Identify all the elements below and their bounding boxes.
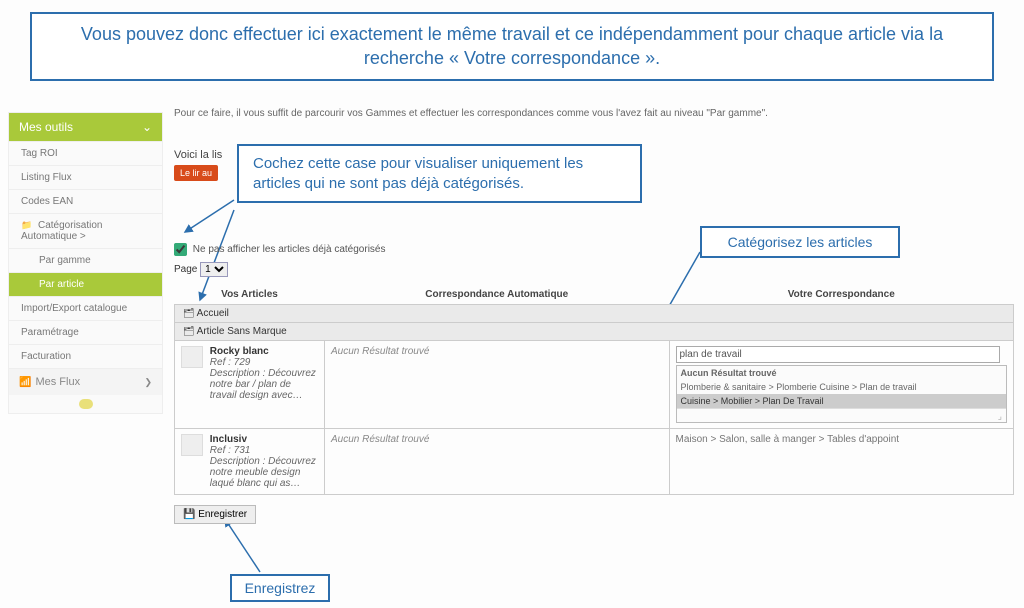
lire-button[interactable]: Le lir au (174, 165, 218, 181)
suggest-item[interactable]: Plomberie & sanitaire > Plomberie Cuisin… (677, 380, 1007, 394)
auto-result: Aucun Résultat trouvé (331, 434, 429, 445)
suggest-header: Aucun Résultat trouvé (677, 366, 1007, 380)
sidebar-header-tools[interactable]: Mes outils (9, 113, 162, 141)
sidebar-collapse-toggle[interactable] (9, 395, 162, 413)
suggestion-dropdown: Aucun Résultat trouvé Plomberie & sanita… (676, 365, 1008, 423)
auto-result: Aucun Résultat trouvé (331, 346, 429, 357)
correspondence-input[interactable] (676, 346, 1001, 363)
page-select[interactable]: 1 (200, 262, 228, 277)
table-row: Rocky blanc Ref : 729 Description : Déco… (175, 341, 1014, 429)
sidebar-item-codes-ean[interactable]: Codes EAN (9, 189, 162, 213)
correspondence-value: Maison > Salon, salle à manger > Tables … (676, 434, 900, 445)
group-accueil[interactable]: Accueil (175, 305, 1014, 323)
group-sans-marque[interactable]: Article Sans Marque (175, 323, 1014, 341)
chevron-down-icon (142, 120, 152, 134)
col-auto: Correspondance Automatique (325, 285, 670, 305)
sidebar: Mes outils Tag ROI Listing Flux Codes EA… (8, 112, 163, 414)
article-desc: Description : Découvrez notre meuble des… (210, 456, 318, 489)
sidebar-item-tag-roi[interactable]: Tag ROI (9, 141, 162, 165)
col-articles: Vos Articles (175, 285, 325, 305)
sidebar-item-listing-flux[interactable]: Listing Flux (9, 165, 162, 189)
sidebar-item-par-gamme[interactable]: Par gamme (9, 248, 162, 272)
page-label: Page (174, 264, 197, 275)
article-desc: Description : Découvrez notre bar / plan… (210, 368, 318, 401)
suggest-resize[interactable]: ⌟ (677, 408, 1007, 422)
suggest-item-highlighted[interactable]: Cuisine > Mobilier > Plan De Travail (677, 394, 1007, 408)
article-title: Rocky blanc (210, 346, 318, 357)
hide-categorized-checkbox[interactable] (174, 243, 187, 256)
articles-table: Vos Articles Correspondance Automatique … (174, 285, 1014, 495)
rss-icon (19, 376, 35, 388)
sidebar-item-parametrage[interactable]: Paramétrage (9, 320, 162, 344)
sidebar-header-label: Mes outils (19, 120, 73, 134)
sidebar-item-par-article[interactable]: Par article (9, 272, 162, 296)
col-your: Votre Correspondance (669, 285, 1014, 305)
save-button[interactable]: 💾 Enregistrer (174, 505, 256, 524)
save-row: 💾 Enregistrer (174, 505, 1014, 524)
pager: Page 1 (174, 262, 1014, 277)
article-title: Inclusiv (210, 434, 318, 445)
tree-icon (21, 220, 35, 231)
table-row: Inclusiv Ref : 731 Description : Découvr… (175, 429, 1014, 495)
sidebar-item-facturation[interactable]: Facturation (9, 344, 162, 368)
callout-summary: Vous pouvez donc effectuer ici exactemen… (30, 12, 994, 81)
callout-save: Enregistrez (230, 574, 330, 602)
article-ref: Ref : 729 (210, 357, 318, 368)
folder-icon (183, 308, 194, 319)
article-thumbnail (181, 434, 203, 456)
main-content: Pour ce faire, il vous suffit de parcour… (174, 108, 1014, 524)
sidebar-item-categorisation[interactable]: Catégorisation Automatique > (9, 213, 162, 248)
sidebar-item-import-export[interactable]: Import/Export catalogue (9, 296, 162, 320)
checkbox-label: Ne pas afficher les articles déjà catégo… (193, 244, 386, 255)
article-ref: Ref : 731 (210, 445, 318, 456)
filter-row: Ne pas afficher les articles déjà catégo… (174, 243, 1014, 256)
chevron-right-icon (144, 376, 152, 388)
article-thumbnail (181, 346, 203, 368)
folder-icon (183, 326, 194, 337)
sidebar-header-flux[interactable]: Mes Flux (9, 368, 162, 395)
list-intro: Voici la lis (174, 149, 1014, 161)
instruction-text: Pour ce faire, il vous suffit de parcour… (174, 108, 1014, 119)
